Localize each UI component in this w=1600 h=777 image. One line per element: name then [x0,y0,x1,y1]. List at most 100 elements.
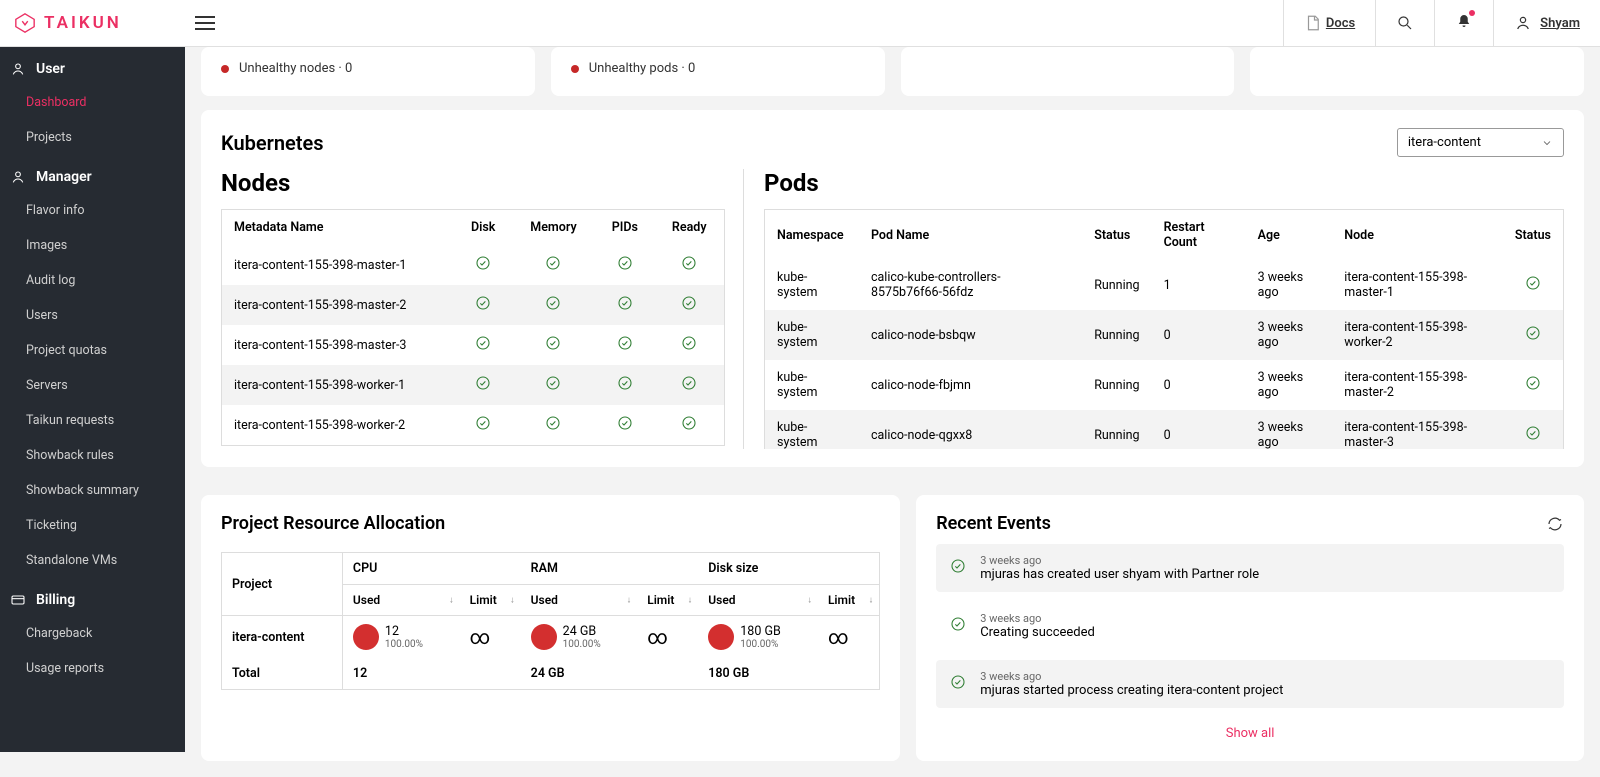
th-pod-node[interactable]: Node [1332,210,1503,261]
group-icon [10,61,26,77]
sidebar-item-usage-reports[interactable]: Usage reports [0,651,185,686]
notifications-button[interactable] [1434,0,1493,46]
sidebar-item-dashboard[interactable]: Dashboard [0,85,185,120]
docs-link[interactable]: Docs [1283,0,1375,46]
node-name: itera-content-155-398-master-1 [222,245,455,285]
pod-age: 3 weeks ago [1246,360,1333,410]
check-icon [950,558,966,574]
sidebar-item-images[interactable]: Images [0,228,185,263]
namespace-select[interactable]: itera-content [1397,128,1564,157]
check-icon [545,295,561,311]
th-disk-limit[interactable]: Limit↓ [818,585,880,616]
node-row[interactable]: itera-content-155-398-master-2 [222,285,725,325]
pod-ns: kube-system [765,310,859,360]
th-ram-limit[interactable]: Limit↓ [637,585,698,616]
sidebar-group-manager[interactable]: Manager [0,155,185,193]
th-pod-namespace[interactable]: Namespace [765,210,859,261]
check-icon [545,255,561,271]
show-all-link[interactable]: Show all [1226,726,1275,741]
node-row[interactable]: itera-content-155-398-master-1 [222,245,725,285]
th-cpu-used[interactable]: Used↓ [342,585,459,616]
pod-row[interactable]: kube-systemcalico-node-qgxx8Running03 we… [765,410,1564,449]
event-item[interactable]: 3 weeks agoCreating succeeded [936,602,1564,650]
check-icon [475,415,491,431]
ram-used: 24 GB [563,624,601,639]
node-name: itera-content-155-398-master-2 [222,285,455,325]
pod-ns: kube-system [765,260,859,310]
sidebar-item-chargeback[interactable]: Chargeback [0,616,185,651]
sidebar-item-standalone-vms[interactable]: Standalone VMs [0,543,185,578]
nodes-table: Metadata NameDiskMemoryPIDsReady itera-c… [221,209,725,446]
sidebar-item-project-quotas[interactable]: Project quotas [0,333,185,368]
sidebar-item-users[interactable]: Users [0,298,185,333]
node-row[interactable]: itera-content-155-398-worker-2 [222,405,725,446]
summary-row: Unhealthy nodes · 0 Unhealthy pods · 0 [201,47,1584,96]
sidebar: UserDashboardProjectsManagerFlavor infoI… [0,47,185,752]
check-icon [681,375,697,391]
pod-ns: kube-system [765,410,859,449]
event-item[interactable]: 3 weeks agomjuras has created user shyam… [936,544,1564,592]
check-icon [617,415,633,431]
check-icon [617,295,633,311]
th-pod-pod-name[interactable]: Pod Name [859,210,1082,261]
unhealthy-pods-label: Unhealthy pods · 0 [589,61,696,76]
pod-status: Running [1082,310,1151,360]
sidebar-item-ticketing[interactable]: Ticketing [0,508,185,543]
check-icon [617,335,633,351]
th-disk-used[interactable]: Used↓ [698,585,818,616]
sidebar-item-showback-summary[interactable]: Showback summary [0,473,185,508]
cpu-used: 12 [385,624,423,639]
cpu-limit: ∞ [460,616,521,659]
menu-toggle-icon[interactable] [195,12,215,34]
docs-label: Docs [1326,16,1355,31]
allocation-panel: Project Resource Allocation Project CPU … [201,495,900,761]
search-button[interactable] [1375,0,1434,46]
total-label: Total [222,658,343,690]
th-pod-age[interactable]: Age [1246,210,1333,261]
node-row[interactable]: itera-content-155-398-master-3 [222,325,725,365]
user-name: Shyam [1540,16,1580,31]
th-pod-status[interactable]: Status [1082,210,1151,261]
th-node-memory[interactable]: Memory [512,210,595,246]
th-node-pids[interactable]: PIDs [595,210,654,246]
th-node-disk[interactable]: Disk [455,210,512,246]
alloc-project-name: itera-content [222,616,343,659]
event-time: 3 weeks ago [980,670,1283,683]
sidebar-group-user[interactable]: User [0,47,185,85]
event-time: 3 weeks ago [980,612,1095,625]
node-row[interactable]: itera-content-155-398-worker-1 [222,365,725,405]
th-node-ready[interactable]: Ready [655,210,725,246]
cpu-pct: 100.00% [385,639,423,650]
refresh-icon[interactable] [1546,515,1564,533]
sidebar-item-showback-rules[interactable]: Showback rules [0,438,185,473]
logo[interactable]: TAIKUN [0,0,185,47]
user-menu[interactable]: Shyam [1493,0,1600,46]
event-item[interactable]: 3 weeks agomjuras started process creati… [936,660,1564,708]
sidebar-item-flavor-info[interactable]: Flavor info [0,193,185,228]
pod-row[interactable]: kube-systemcalico-node-bsbqwRunning03 we… [765,310,1564,360]
status-dot-icon [221,65,229,73]
th-cpu-limit[interactable]: Limit↓ [460,585,521,616]
pod-row[interactable]: kube-systemcalico-kube-controllers-8575b… [765,260,1564,310]
th-project[interactable]: Project [222,553,343,616]
sidebar-item-taikun-requests[interactable]: Taikun requests [0,403,185,438]
sidebar-item-projects[interactable]: Projects [0,120,185,155]
th-pod-status[interactable]: Status [1503,210,1564,261]
th-pod-restart-count[interactable]: Restart Count [1152,210,1246,261]
th-node-metadata-name[interactable]: Metadata Name [222,210,455,246]
sidebar-item-audit-log[interactable]: Audit log [0,263,185,298]
topbar: TAIKUN Docs Shyam [0,0,1600,47]
check-icon [950,616,966,632]
pod-rc: 0 [1152,310,1246,360]
pod-row[interactable]: kube-systemcalico-node-fbjmnRunning03 we… [765,360,1564,410]
sidebar-group-billing[interactable]: Billing [0,578,185,616]
pod-node: itera-content-155-398-master-1 [1332,260,1503,310]
sidebar-item-servers[interactable]: Servers [0,368,185,403]
event-time: 3 weeks ago [980,554,1259,567]
usage-circle-icon [531,624,557,650]
check-icon [1525,425,1541,441]
card-nodes-health: Unhealthy nodes · 0 [201,47,535,96]
disk-used: 180 GB [740,624,780,639]
check-icon [1525,375,1541,391]
th-ram-used[interactable]: Used↓ [521,585,638,616]
